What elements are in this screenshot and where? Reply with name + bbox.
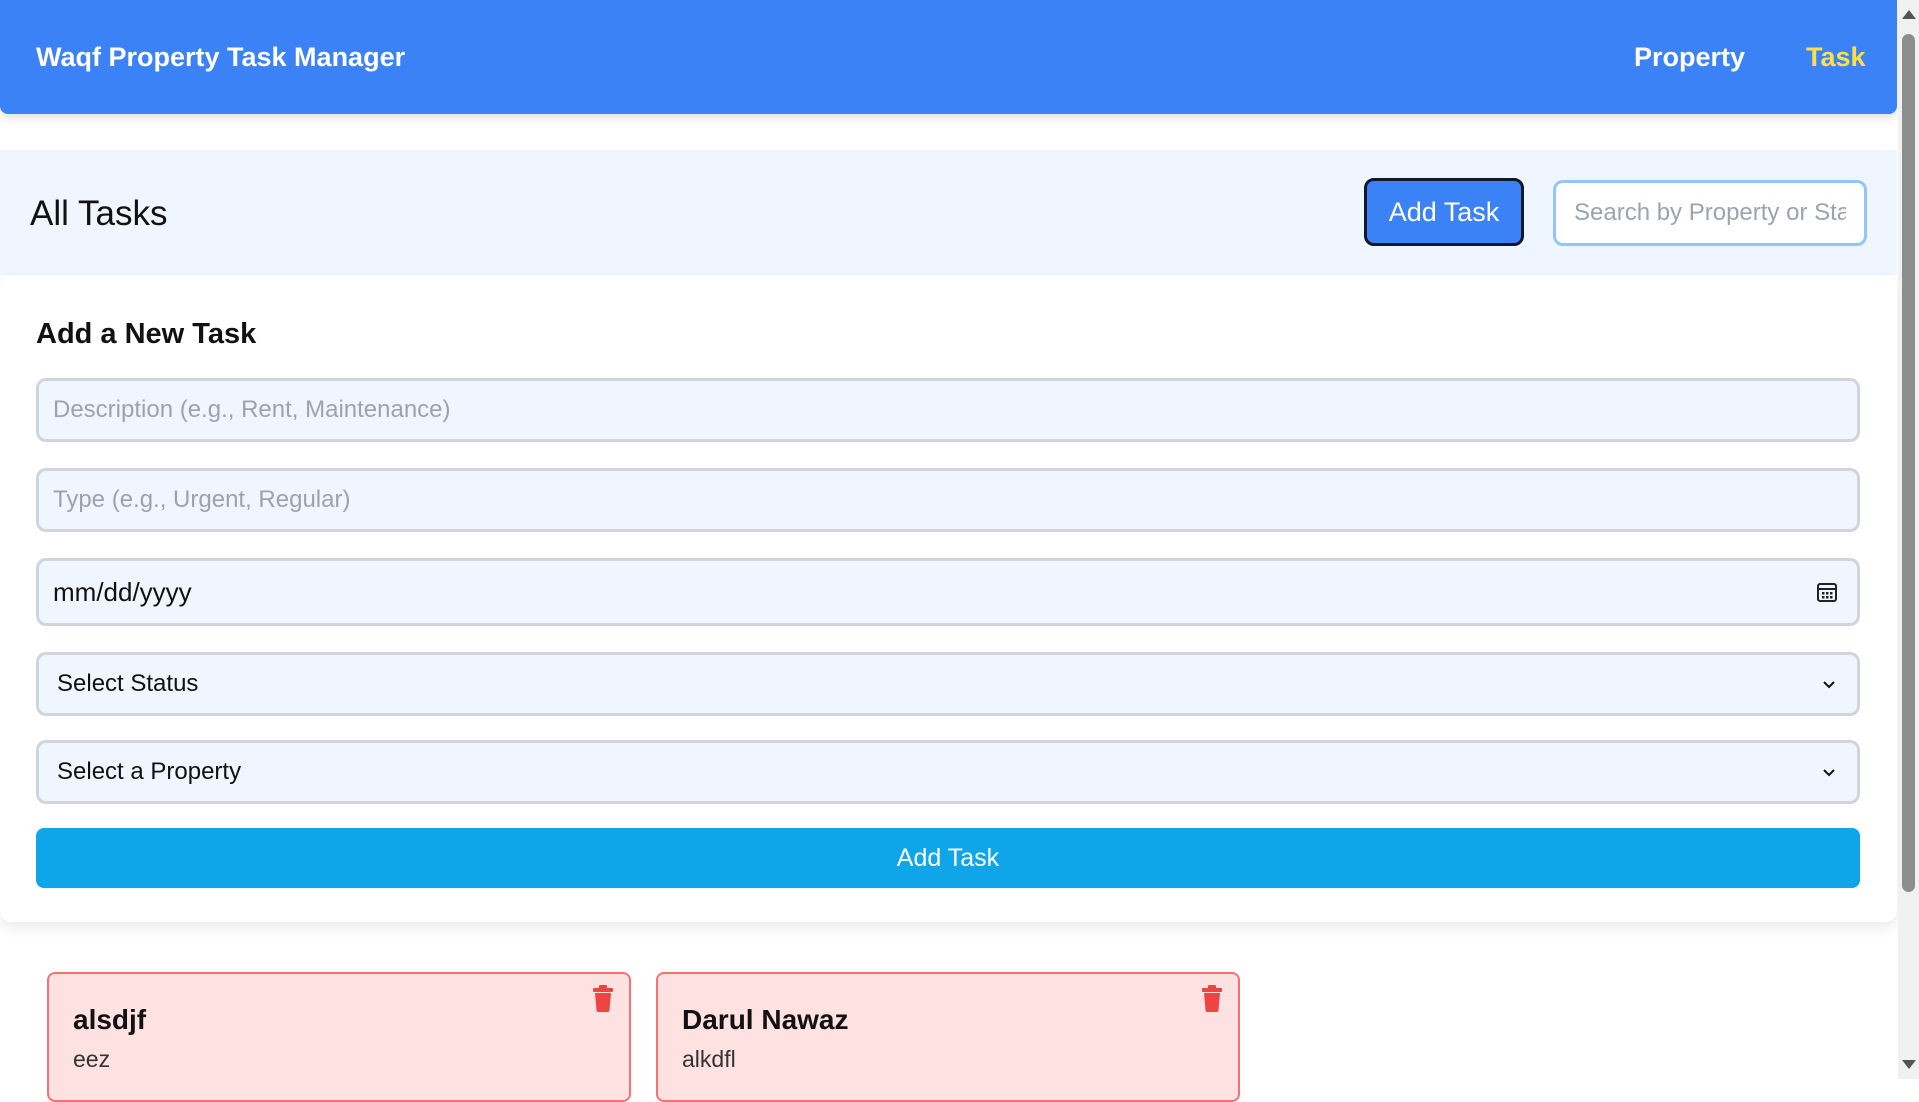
type-input[interactable]: [36, 468, 1860, 532]
calendar-icon[interactable]: [1815, 580, 1839, 604]
property-select[interactable]: Select a Property: [36, 740, 1860, 804]
tasks-header: All Tasks Add Task: [0, 150, 1897, 275]
page-title: All Tasks: [30, 194, 168, 233]
task-card[interactable]: alsdjf eez: [47, 972, 631, 1102]
nav-link-task[interactable]: Task: [1806, 42, 1866, 73]
app-brand[interactable]: Waqf Property Task Manager: [36, 42, 405, 73]
chevron-down-icon: [1819, 674, 1839, 694]
task-detail: alkdfl: [682, 1046, 736, 1072]
property-select-value: Select a Property: [57, 758, 242, 785]
search-input[interactable]: [1553, 180, 1867, 246]
scrollbar-thumb[interactable]: [1902, 34, 1915, 892]
task-detail: eez: [73, 1046, 111, 1072]
task-name: Darul Nawaz: [682, 1004, 849, 1035]
add-task-form: Add a New Task mm/dd/yyyy Select Status …: [0, 276, 1897, 922]
task-card[interactable]: Darul Nawaz alkdfl: [656, 972, 1240, 1102]
top-navbar: Waqf Property Task Manager Property Task: [0, 0, 1897, 114]
trash-icon[interactable]: [591, 984, 617, 1012]
scroll-up-icon[interactable]: [1902, 10, 1916, 19]
page-scrollbar[interactable]: [1898, 0, 1919, 1079]
date-input[interactable]: mm/dd/yyyy: [36, 558, 1860, 626]
add-task-toggle-button[interactable]: Add Task: [1364, 178, 1524, 246]
submit-task-button[interactable]: Add Task: [36, 828, 1860, 888]
form-title: Add a New Task: [36, 318, 257, 350]
status-select-value: Select Status: [57, 670, 199, 697]
trash-icon[interactable]: [1200, 984, 1226, 1012]
status-select[interactable]: Select Status: [36, 652, 1860, 716]
task-name: alsdjf: [73, 1004, 147, 1035]
date-input-value: mm/dd/yyyy: [53, 576, 192, 607]
description-input[interactable]: [36, 378, 1860, 442]
nav-link-property[interactable]: Property: [1634, 42, 1745, 73]
chevron-down-icon: [1819, 762, 1839, 782]
scroll-down-icon[interactable]: [1902, 1060, 1916, 1069]
